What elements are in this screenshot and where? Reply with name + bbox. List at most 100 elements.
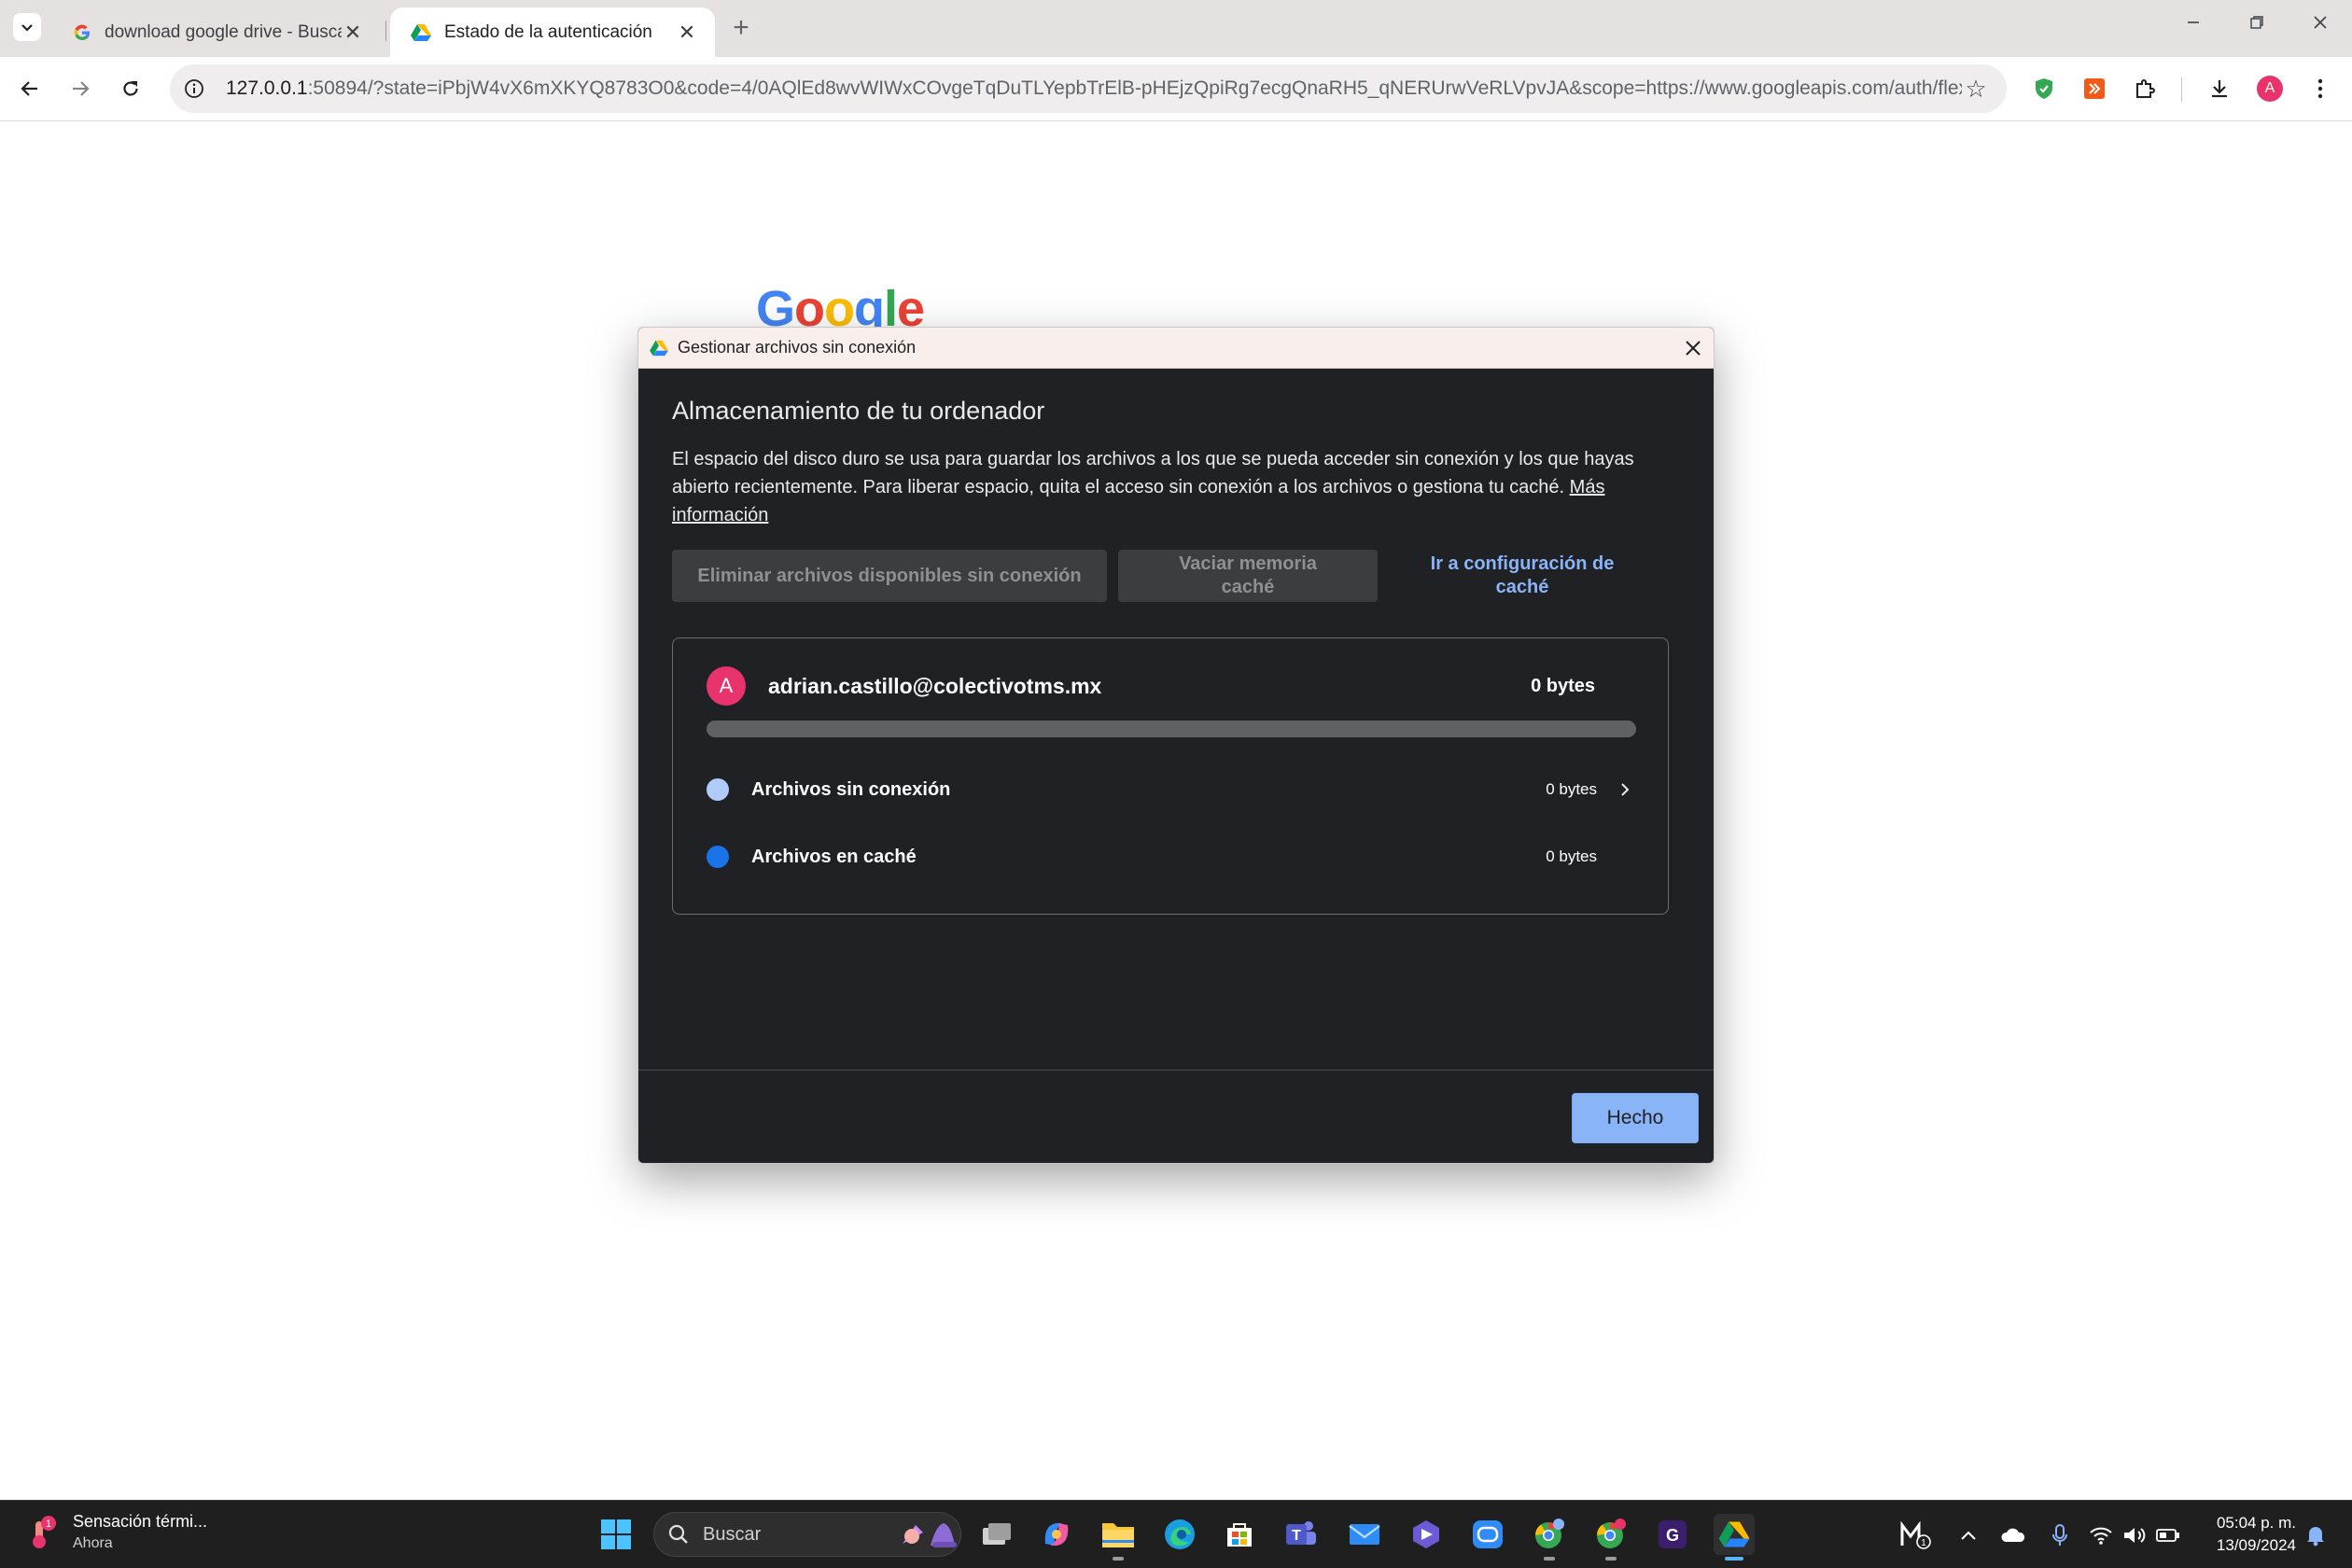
teams-button[interactable]: T bbox=[1281, 1514, 1322, 1555]
downloads-button[interactable] bbox=[2203, 72, 2236, 105]
avatar: A bbox=[2257, 76, 2283, 102]
close-icon bbox=[1686, 340, 1701, 356]
arrow-right-icon bbox=[73, 81, 90, 96]
dialog-footer-divider bbox=[638, 1070, 1714, 1071]
orange-extension-button[interactable] bbox=[2078, 72, 2111, 105]
mail-icon bbox=[1349, 1524, 1380, 1545]
chrome-profile-1-button[interactable] bbox=[1529, 1514, 1570, 1561]
running-indicator bbox=[1605, 1557, 1617, 1561]
storage-card: A adrian.castillo@colectivotms.mx 0 byte… bbox=[672, 637, 1669, 915]
svg-text:G: G bbox=[1666, 1526, 1679, 1545]
bell-icon bbox=[2307, 1527, 2324, 1547]
profile-button[interactable]: A bbox=[2253, 72, 2287, 105]
dialog-description: El espacio del disco duro se usa para gu… bbox=[672, 445, 1661, 529]
cache-settings-link[interactable]: Ir a configuración de caché bbox=[1387, 550, 1658, 602]
new-tab-button[interactable]: + bbox=[726, 12, 756, 44]
extension-logo-icon bbox=[2084, 78, 2105, 99]
mail-button[interactable] bbox=[1344, 1514, 1385, 1555]
weather-subtitle: Ahora bbox=[73, 1535, 113, 1551]
arrow-left-icon bbox=[21, 81, 37, 96]
notifications-button[interactable] bbox=[2302, 1521, 2330, 1549]
tray-app-icon[interactable]: 1 bbox=[1898, 1521, 1932, 1549]
address-bar[interactable]: 127.0.0.1:50894/?state=iPbjW4vX6mXKYQ878… bbox=[170, 64, 2007, 113]
show-hidden-icons-button[interactable] bbox=[1954, 1521, 1982, 1549]
tab-search-button[interactable] bbox=[13, 13, 41, 41]
forward-button[interactable] bbox=[63, 72, 97, 105]
google-drive-taskbar-button[interactable] bbox=[1714, 1514, 1755, 1561]
search-icon bbox=[668, 1524, 688, 1544]
svg-text:1: 1 bbox=[1921, 1538, 1926, 1548]
dialog-heading: Almacenamiento de tu ordenador bbox=[672, 397, 1045, 425]
toolbar-separator bbox=[2181, 77, 2182, 102]
offline-files-row[interactable]: Archivos sin conexión 0 bytes bbox=[707, 771, 1636, 808]
more-vertical-icon bbox=[2317, 78, 2323, 99]
store-icon bbox=[1227, 1523, 1252, 1547]
close-icon bbox=[2314, 16, 2327, 29]
account-total-size: 0 bytes bbox=[1531, 676, 1595, 696]
url-host: 127.0.0.1 bbox=[226, 77, 308, 99]
system-clock[interactable]: 05:04 p. m. 13/09/2024 bbox=[2184, 1512, 2296, 1557]
dialog-close-button[interactable] bbox=[1673, 328, 1714, 369]
shield-extension-button[interactable] bbox=[2027, 72, 2061, 105]
browser-toolbar: 127.0.0.1:50894/?state=iPbjW4vX6mXKYQ878… bbox=[0, 57, 2352, 121]
clear-cache-button[interactable]: Vaciar memoria caché bbox=[1118, 550, 1378, 602]
bookmark-star-icon[interactable]: ☆ bbox=[1962, 75, 1990, 104]
storage-usage-bar bbox=[707, 721, 1636, 737]
site-info-icon[interactable] bbox=[181, 76, 207, 102]
search-highlight-icon bbox=[903, 1523, 957, 1547]
chrome-icon bbox=[1597, 1519, 1626, 1548]
task-view-button[interactable] bbox=[976, 1514, 1017, 1555]
url-text[interactable]: 127.0.0.1:50894/?state=iPbjW4vX6mXKYQ878… bbox=[226, 77, 1962, 100]
google-drive-icon bbox=[650, 340, 668, 356]
google-drive-icon bbox=[411, 23, 431, 41]
minimize-button[interactable] bbox=[2175, 11, 2212, 35]
purple-app-button[interactable]: G bbox=[1652, 1514, 1693, 1555]
tab-auth-status[interactable]: Estado de la autenticación ✕ bbox=[390, 7, 715, 57]
browser-menu-button[interactable] bbox=[2303, 72, 2337, 105]
copilot-button[interactable] bbox=[1036, 1514, 1077, 1555]
microphone-icon[interactable] bbox=[2046, 1521, 2074, 1549]
clipchamp-button[interactable] bbox=[1406, 1514, 1447, 1555]
extensions-button[interactable] bbox=[2128, 72, 2162, 105]
taskbar-search[interactable]: Buscar bbox=[653, 1512, 961, 1557]
restore-button[interactable] bbox=[2238, 11, 2275, 35]
start-button[interactable] bbox=[595, 1514, 637, 1555]
volume-icon[interactable] bbox=[2121, 1521, 2149, 1549]
manage-offline-dialog: Gestionar archivos sin conexión Almacena… bbox=[637, 327, 1715, 1164]
minimize-icon bbox=[2188, 21, 2199, 23]
edge-icon bbox=[1165, 1519, 1195, 1549]
chat-app-button[interactable] bbox=[1467, 1514, 1508, 1555]
reload-button[interactable] bbox=[114, 72, 147, 105]
clipchamp-icon bbox=[1413, 1520, 1439, 1548]
dialog-title: Gestionar archivos sin conexión bbox=[678, 338, 917, 357]
battery-icon[interactable] bbox=[2154, 1521, 2182, 1549]
tab-google-search[interactable]: download google drive - Buscar ✕ bbox=[52, 7, 381, 57]
thermometer-icon: 1 bbox=[33, 1516, 56, 1548]
done-button[interactable]: Hecho bbox=[1572, 1093, 1699, 1143]
onedrive-icon[interactable] bbox=[1999, 1521, 2027, 1549]
chevron-right-icon[interactable] bbox=[1614, 778, 1636, 801]
file-explorer-button[interactable] bbox=[1098, 1514, 1139, 1561]
chrome-profile-2-button[interactable] bbox=[1590, 1514, 1631, 1561]
running-indicator bbox=[1544, 1557, 1555, 1561]
close-icon[interactable]: ✕ bbox=[342, 21, 364, 45]
back-button[interactable] bbox=[13, 72, 47, 105]
windows-taskbar: 1 Sensación térmi... Ahora Buscar T G 1 … bbox=[0, 1500, 2352, 1568]
store-button[interactable] bbox=[1219, 1514, 1260, 1555]
edge-button[interactable] bbox=[1159, 1514, 1200, 1555]
close-icon[interactable]: ✕ bbox=[676, 21, 698, 45]
weather-title: Sensación térmi... bbox=[73, 1512, 208, 1531]
google-logo: Google bbox=[756, 281, 925, 329]
wifi-icon[interactable] bbox=[2087, 1521, 2115, 1549]
google-drive-icon bbox=[1718, 1521, 1750, 1547]
cached-files-row: Archivos en caché 0 bytes bbox=[707, 838, 1636, 875]
offline-files-legend-dot bbox=[707, 778, 729, 801]
clock-date: 13/09/2024 bbox=[2216, 1536, 2296, 1554]
window-close-button[interactable] bbox=[2302, 11, 2339, 35]
restore-icon bbox=[2250, 16, 2263, 29]
offline-files-label: Archivos sin conexión bbox=[751, 778, 951, 800]
weather-widget[interactable]: 1 Sensación térmi... Ahora bbox=[26, 1510, 207, 1555]
reload-icon bbox=[123, 81, 138, 96]
remove-offline-files-button[interactable]: Eliminar archivos disponibles sin conexi… bbox=[672, 550, 1107, 602]
folder-icon bbox=[1102, 1523, 1134, 1547]
